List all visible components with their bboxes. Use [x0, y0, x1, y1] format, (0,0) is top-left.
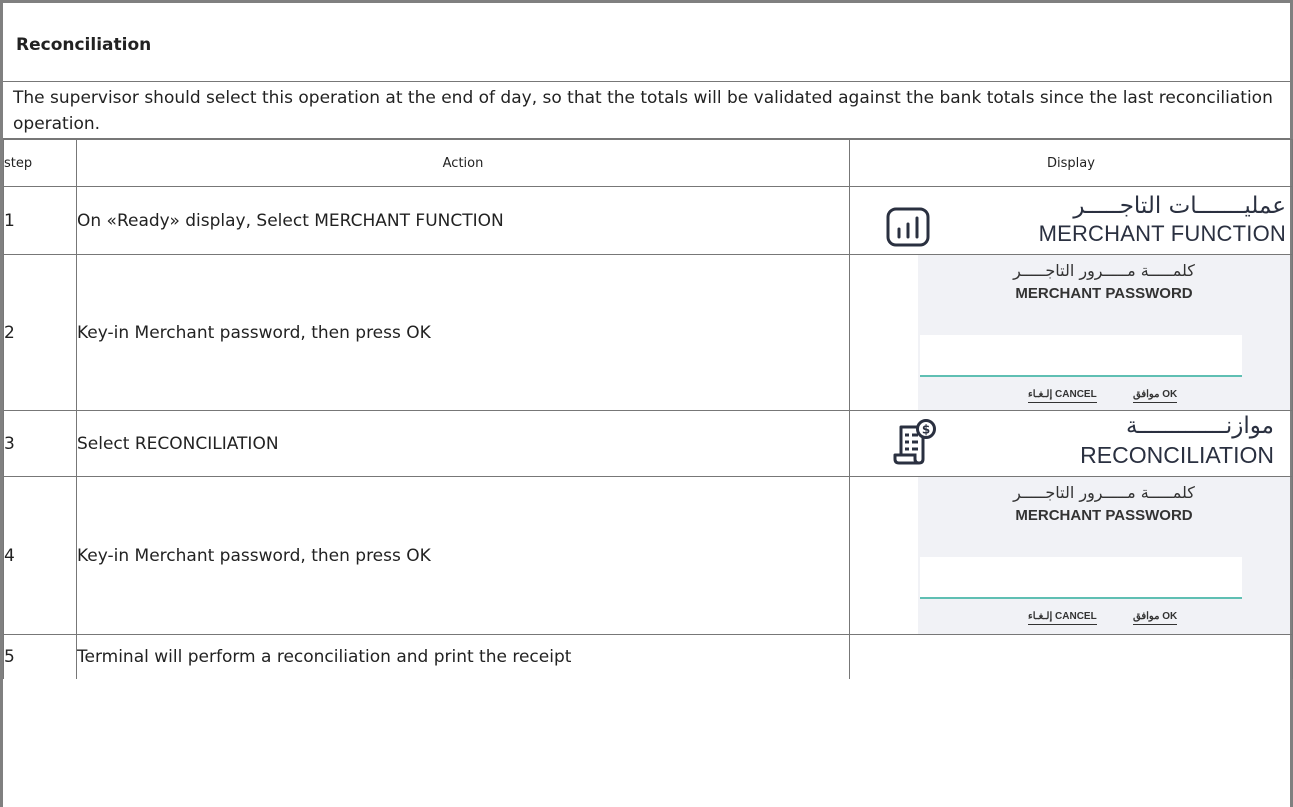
title-row: Reconciliation [3, 3, 1290, 82]
display-password-prompt: كلمـــــة مـــــرور التاجـــــر MERCHANT… [849, 476, 1293, 635]
display-password-prompt: كلمـــــة مـــــرور التاجـــــر MERCHANT… [849, 254, 1293, 411]
reconciliation-arabic: موازنـــــــــــــة [1125, 413, 1274, 439]
steps-table: step Action Display 1 On «Ready» display… [3, 139, 1293, 679]
merchant-function-arabic: عمليـــــــات التاجـــــر [1073, 193, 1286, 219]
header-action: Action [76, 139, 850, 187]
header-step: step [3, 139, 77, 187]
table-row: 3 Select RECONCILIATION $ موازنـــــــــ… [3, 410, 1293, 477]
document-frame: Reconciliation The supervisor should sel… [0, 0, 1293, 807]
display-merchant-function: عمليـــــــات التاجـــــر MERCHANT FUNCT… [849, 186, 1293, 255]
password-field[interactable] [920, 557, 1242, 599]
password-field[interactable] [920, 335, 1242, 377]
step-action: Terminal will perform a reconciliation a… [76, 634, 850, 679]
step-number: 4 [3, 476, 77, 635]
step-action: Select RECONCILIATION [76, 410, 850, 477]
section-description: The supervisor should select this operat… [13, 88, 1273, 134]
table-row: 1 On «Ready» display, Select MERCHANT FU… [3, 186, 1293, 255]
ok-button[interactable]: موافق OK [1133, 611, 1178, 625]
reconciliation-english: RECONCILIATION [1080, 442, 1274, 468]
merchant-function-english: MERCHANT FUNCTION [1038, 221, 1286, 246]
password-panel: كلمـــــة مـــــرور التاجـــــر MERCHANT… [918, 477, 1290, 634]
display-empty [849, 634, 1293, 679]
header-display: Display [849, 139, 1293, 187]
step-number: 2 [3, 254, 77, 411]
password-title-arabic: كلمـــــة مـــــرور التاجـــــر [1013, 483, 1195, 502]
password-title-english: MERCHANT PASSWORD [1015, 285, 1193, 302]
password-title-english: MERCHANT PASSWORD [1015, 507, 1193, 524]
ok-button[interactable]: موافق OK [1133, 389, 1178, 403]
cancel-button[interactable]: إلـغـاء CANCEL [1028, 611, 1097, 625]
table-header-row: step Action Display [3, 139, 1293, 187]
step-action: Key-in Merchant password, then press OK [76, 254, 850, 411]
step-number: 5 [3, 634, 77, 679]
step-number: 3 [3, 410, 77, 477]
display-reconciliation: $ موازنـــــــــــــة RECONCILIATION [849, 410, 1293, 477]
table-row: 2 Key-in Merchant password, then press O… [3, 254, 1293, 411]
section-title: Reconciliation [16, 35, 152, 55]
step-number: 1 [3, 186, 77, 255]
password-panel: كلمـــــة مـــــرور التاجـــــر MERCHANT… [918, 255, 1290, 410]
description-row: The supervisor should select this operat… [3, 82, 1290, 139]
step-action: Key-in Merchant password, then press OK [76, 476, 850, 635]
receipt-dollar-icon: $ [893, 419, 936, 465]
cancel-button[interactable]: إلـغـاء CANCEL [1028, 389, 1097, 403]
step-action: On «Ready» display, Select MERCHANT FUNC… [76, 186, 850, 255]
table-row: 5 Terminal will perform a reconciliation… [3, 634, 1293, 679]
password-title-arabic: كلمـــــة مـــــرور التاجـــــر [1013, 261, 1195, 280]
svg-text:$: $ [922, 423, 930, 437]
table-row: 4 Key-in Merchant password, then press O… [3, 476, 1293, 635]
bar-chart-icon [886, 207, 930, 247]
